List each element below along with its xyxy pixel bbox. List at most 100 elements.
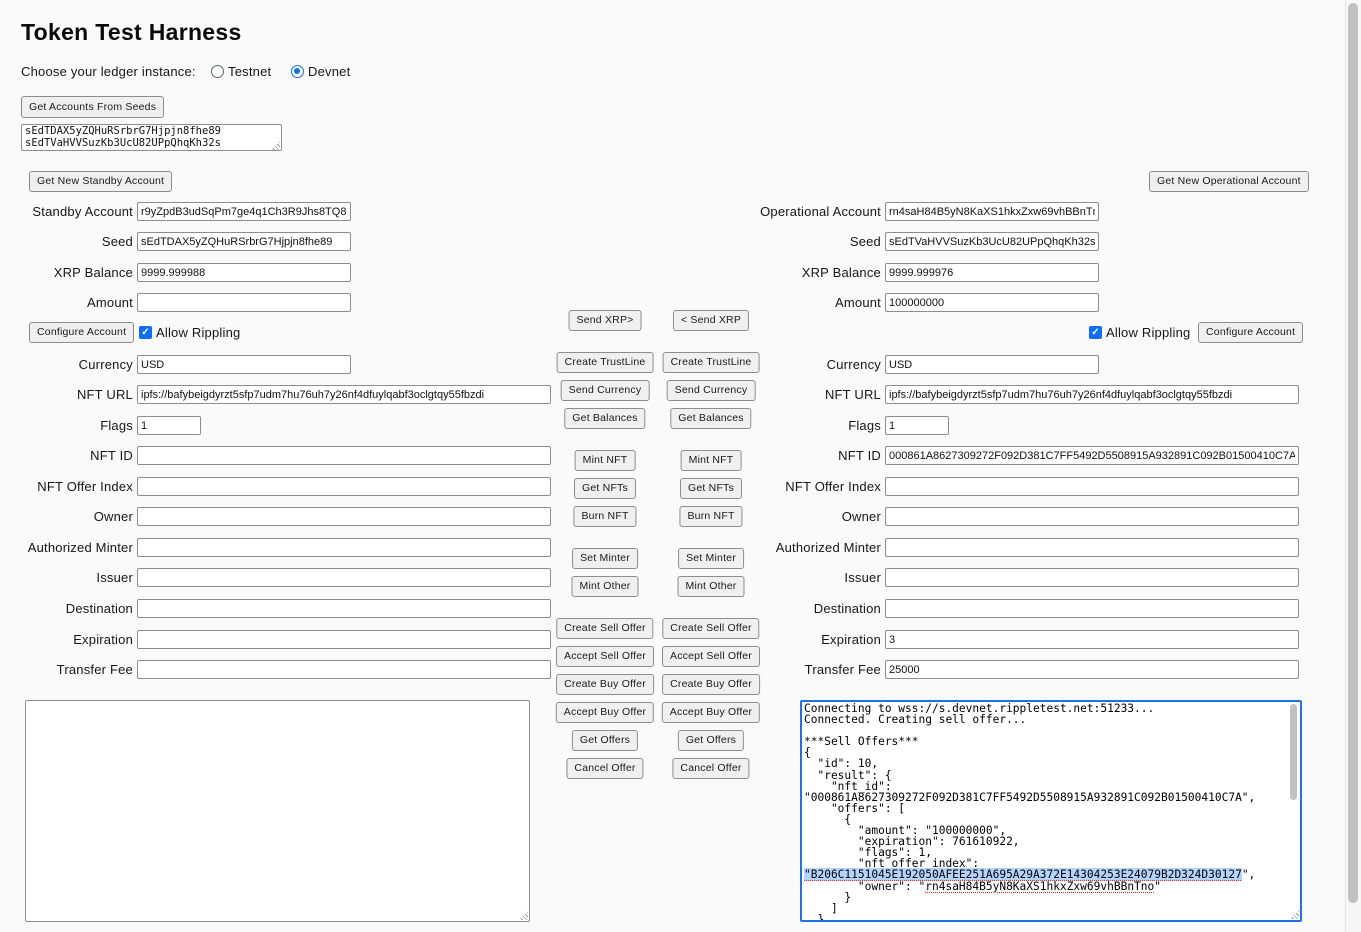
standby-set-minter-button[interactable]: Set Minter (572, 548, 638, 569)
standby-burn-nft-button[interactable]: Burn NFT (573, 506, 636, 527)
testnet-radio[interactable] (211, 65, 224, 78)
standby-get-balances-button[interactable]: Get Balances (564, 408, 645, 429)
operational-nft-offer-index-input[interactable] (885, 477, 1299, 496)
standby-get-offers-button[interactable]: Get Offers (572, 730, 638, 751)
operational-configure-account-button[interactable]: Configure Account (1198, 322, 1303, 343)
standby-seed-input[interactable] (137, 232, 351, 251)
results-scrollbar-thumb[interactable] (1290, 704, 1297, 800)
standby-create-buy-offer-button[interactable]: Create Buy Offer (556, 674, 654, 695)
standby-issuer-input[interactable] (137, 568, 551, 587)
operational-xrp-balance-input[interactable] (885, 263, 1099, 282)
standby-expiration-input[interactable] (137, 630, 551, 649)
standby-transfer-fee-label: Transfer Fee (0, 660, 133, 679)
standby-authorized-minter-input[interactable] (137, 538, 551, 557)
standby-accept-buy-offer-button[interactable]: Accept Buy Offer (556, 702, 654, 723)
standby-send-currency-button[interactable]: Send Currency (561, 380, 650, 401)
standby-nft-offer-index-input[interactable] (137, 477, 551, 496)
log-text: Connecting to wss://s.devnet.rippletest.… (804, 702, 1255, 870)
standby-currency-label: Currency (0, 355, 133, 374)
operational-issuer-input[interactable] (885, 568, 1299, 587)
operational-allow-rippling-label: Allow Rippling (1106, 325, 1190, 341)
operational-authorized-minter-input[interactable] (885, 538, 1299, 557)
results-log-text: Connecting to wss://s.devnet.rippletest.… (802, 702, 1300, 922)
standby-authorized-minter-label: Authorized Minter (0, 538, 133, 557)
standby-create-trustline-button[interactable]: Create TrustLine (557, 352, 654, 373)
operational-seed-label: Seed (650, 232, 881, 251)
standby-nft-url-input[interactable] (137, 385, 551, 404)
standby-configure-account-button[interactable]: Configure Account (29, 322, 134, 343)
standby-xrp-balance-label: XRP Balance (0, 263, 133, 282)
standby-destination-input[interactable] (137, 599, 551, 618)
operational-account-label: Operational Account (650, 202, 881, 221)
seeds-textarea[interactable]: sEdTDAX5yZQHuRSrbrG7Hjpjn8fhe89 sEdTVaHV… (21, 124, 282, 151)
standby-transfer-fee-input[interactable] (137, 660, 551, 679)
get-new-standby-account-button[interactable]: Get New Standby Account (29, 171, 172, 192)
operational-seed-input[interactable] (885, 232, 1099, 251)
devnet-radio-label: Devnet (308, 64, 350, 80)
operational-cancel-offer-button[interactable]: Cancel Offer (672, 758, 749, 779)
standby-account-label: Standby Account (0, 202, 133, 221)
standby-flags-label: Flags (0, 416, 133, 435)
standby-create-sell-offer-button[interactable]: Create Sell Offer (556, 618, 653, 639)
ledger-instance-label: Choose your ledger instance: (21, 64, 196, 80)
operational-transfer-fee-input[interactable] (885, 660, 1299, 679)
operational-destination-label: Destination (650, 599, 881, 618)
standby-destination-label: Destination (0, 599, 133, 618)
standby-xrp-balance-input[interactable] (137, 263, 351, 282)
token-test-harness-page: Token Test Harness Choose your ledger in… (0, 0, 1361, 932)
standby-amount-input[interactable] (137, 293, 351, 312)
operational-accept-buy-offer-button[interactable]: Accept Buy Offer (662, 702, 760, 723)
standby-send-xrp-button[interactable]: Send XRP> (569, 310, 642, 331)
standby-accept-sell-offer-button[interactable]: Accept Sell Offer (556, 646, 654, 667)
operational-get-offers-button[interactable]: Get Offers (678, 730, 744, 751)
standby-currency-input[interactable] (137, 355, 351, 374)
testnet-radio-label: Testnet (228, 64, 271, 80)
standby-mint-other-button[interactable]: Mint Other (571, 576, 638, 597)
standby-owner-input[interactable] (137, 507, 551, 526)
standby-nft-id-label: NFT ID (0, 446, 133, 465)
operational-expiration-label: Expiration (650, 630, 881, 649)
standby-mint-nft-button[interactable]: Mint NFT (575, 450, 636, 471)
page-scrollbar-thumb[interactable] (1348, 3, 1358, 903)
operational-nft-url-label: NFT URL (650, 385, 881, 404)
operational-nft-offer-index-label: NFT Offer Index (650, 477, 881, 496)
operational-amount-input[interactable] (885, 293, 1099, 312)
standby-get-nfts-button[interactable]: Get NFTs (574, 478, 636, 499)
standby-account-input[interactable] (137, 202, 351, 221)
standby-seed-label: Seed (0, 232, 133, 251)
operational-nft-id-input[interactable] (885, 446, 1299, 465)
page-title: Token Test Harness (21, 19, 242, 46)
standby-allow-rippling-checkbox[interactable]: ✓ (139, 326, 152, 339)
page-scrollbar[interactable] (1345, 0, 1361, 932)
operational-amount-label: Amount (650, 293, 881, 312)
standby-cancel-offer-button[interactable]: Cancel Offer (566, 758, 643, 779)
standby-issuer-label: Issuer (0, 568, 133, 587)
operational-currency-input[interactable] (885, 355, 1099, 374)
operational-allow-rippling-checkbox[interactable]: ✓ (1089, 326, 1102, 339)
operational-owner-input[interactable] (885, 507, 1299, 526)
operational-owner-label: Owner (650, 507, 881, 526)
operational-transfer-fee-label: Transfer Fee (650, 660, 881, 679)
get-new-operational-account-button[interactable]: Get New Operational Account (1149, 171, 1309, 192)
operational-authorized-minter-label: Authorized Minter (650, 538, 881, 557)
standby-flags-input[interactable] (137, 416, 201, 435)
operational-account-input[interactable] (885, 202, 1099, 221)
standby-allow-rippling-label: Allow Rippling (156, 325, 240, 341)
operational-results-textarea[interactable]: Connecting to wss://s.devnet.rippletest.… (800, 700, 1302, 922)
operational-flags-input[interactable] (885, 416, 949, 435)
operational-nft-url-input[interactable] (885, 385, 1299, 404)
standby-owner-label: Owner (0, 507, 133, 526)
standby-results-textarea[interactable] (25, 700, 530, 922)
standby-expiration-label: Expiration (0, 630, 133, 649)
operational-flags-label: Flags (650, 416, 881, 435)
devnet-radio[interactable] (291, 65, 304, 78)
operational-expiration-input[interactable] (885, 630, 1299, 649)
operational-currency-label: Currency (650, 355, 881, 374)
operational-send-xrp-button[interactable]: < Send XRP (673, 310, 749, 331)
get-accounts-from-seeds-button[interactable]: Get Accounts From Seeds (21, 96, 164, 118)
radio-dot-icon (294, 68, 300, 74)
owner-address-text: rn4saH84B5yN8KaXS1hkxZxw69vhBBnTno (925, 880, 1154, 893)
operational-destination-input[interactable] (885, 599, 1299, 618)
standby-nft-id-input[interactable] (137, 446, 551, 465)
operational-issuer-label: Issuer (650, 568, 881, 587)
